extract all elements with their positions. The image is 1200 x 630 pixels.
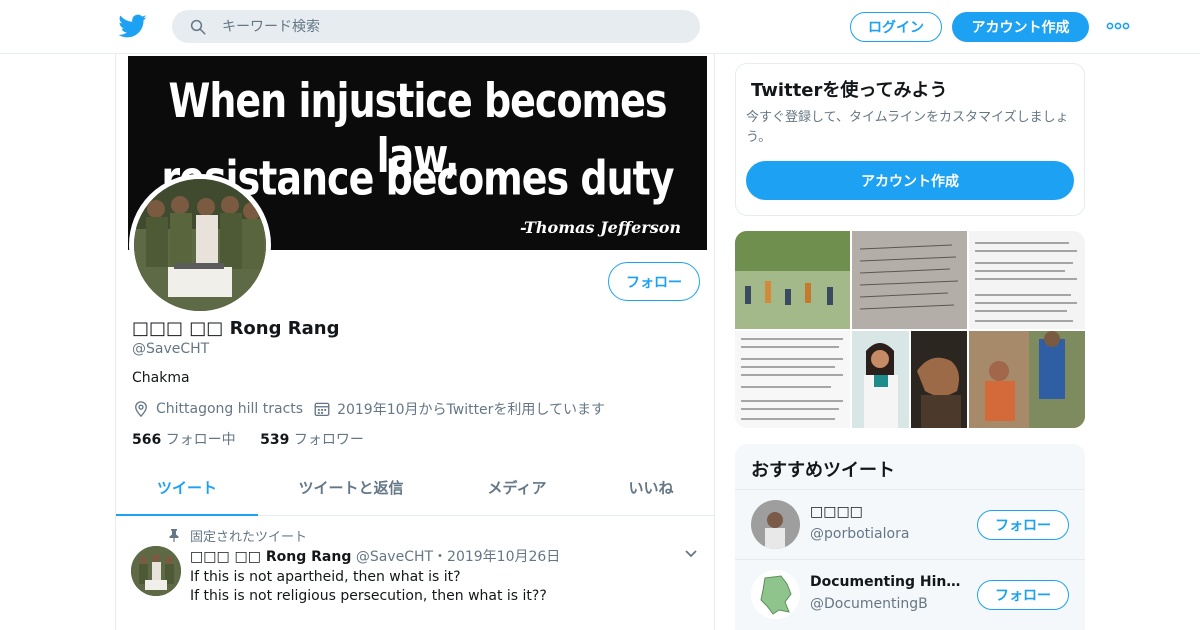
media-thumb-2[interactable] — [852, 231, 967, 329]
tab-likes[interactable]: いいね — [586, 464, 714, 516]
profile-name: □□□ □□ Rong Rang — [132, 318, 340, 339]
media-photo-6 — [911, 331, 967, 428]
media-photo-3 — [969, 231, 1085, 329]
tweet-author-handle[interactable]: @SaveCHT — [356, 549, 433, 565]
search-icon — [190, 19, 206, 35]
search-box[interactable] — [172, 10, 700, 43]
pinned-tweet-label: 固定されたツイート — [190, 530, 308, 545]
recommended-avatar-photo — [751, 500, 800, 549]
tab-tweets[interactable]: ツイート — [116, 464, 258, 516]
tweet-header: □□□ □□ Rong Rang @SaveCHT・2019年10月26日 — [190, 546, 560, 566]
profile-joined-date: 2019年10月からTwitterを利用しています — [337, 402, 606, 418]
banner-attribution: -Thomas Jefferson — [520, 218, 681, 237]
recommended-tweets-panel: おすすめツイート □□□□ @porbotialora フォロー Documen… — [735, 444, 1085, 630]
signup-button[interactable]: アカウント作成 — [952, 12, 1089, 42]
recommended-name[interactable]: □□□□ — [810, 504, 970, 520]
media-photo-4 — [735, 331, 850, 428]
following-label[interactable]: フォロー中 — [166, 432, 236, 448]
media-thumb-5[interactable] — [852, 331, 909, 428]
recommended-follow-button[interactable]: フォロー — [977, 510, 1069, 540]
profile-column: When injustice becomes law, resistance b… — [115, 54, 715, 630]
media-thumb-1[interactable] — [735, 231, 850, 329]
recommended-follow-button[interactable]: フォロー — [977, 580, 1069, 610]
tab-tweets-and-replies[interactable]: ツイートと返信 — [276, 464, 426, 516]
tweet-author-avatar[interactable] — [131, 546, 181, 596]
followers-count[interactable]: 539 — [260, 432, 289, 448]
profile-meta: Chittagong hill tracts 2019年10月からTwitter… — [132, 399, 605, 421]
recommended-avatar[interactable] — [751, 570, 800, 619]
tweet-avatar-photo — [131, 546, 181, 596]
media-thumb-3[interactable] — [969, 231, 1085, 329]
recommended-name[interactable]: Documenting Hindup... — [810, 574, 970, 590]
bangladesh-map-icon — [751, 570, 800, 619]
recommended-handle[interactable]: @porbotialora — [810, 526, 909, 542]
media-photo-5 — [852, 331, 909, 428]
search-input[interactable] — [222, 10, 682, 43]
following-count[interactable]: 566 — [132, 432, 161, 448]
profile-location: Chittagong hill tracts — [156, 401, 304, 417]
pin-icon — [169, 529, 179, 542]
media-photo-7 — [969, 331, 1085, 428]
followers-label[interactable]: フォロワー — [294, 432, 364, 448]
tab-media[interactable]: メディア — [446, 464, 588, 516]
media-photo-1 — [735, 231, 850, 329]
profile-avatar[interactable] — [129, 174, 271, 316]
tweet-author-name[interactable]: □□□ □□ Rong Rang — [190, 549, 351, 565]
recommended-account[interactable]: Documenting Hindup... @DocumentingB フォロー — [735, 559, 1085, 629]
follow-counts: 566 フォロー中 539 フォロワー — [132, 429, 384, 449]
media-thumb-6[interactable] — [911, 331, 967, 428]
media-thumb-7[interactable] — [969, 331, 1085, 428]
recommended-title: おすすめツイート — [751, 460, 895, 481]
profile-handle[interactable]: @SaveCHT — [132, 341, 209, 357]
profile-tabs: ツイート ツイートと返信 メディア いいね — [116, 464, 714, 516]
more-dots-icon[interactable] — [1106, 18, 1130, 34]
recommended-account[interactable]: □□□□ @porbotialora フォロー — [735, 489, 1085, 559]
signup-card-description: 今すぐ登録して、タイムラインをカスタマイズしましょう。 — [746, 110, 1069, 145]
media-thumb-4[interactable] — [735, 331, 850, 428]
location-pin-icon — [135, 401, 147, 418]
tweet-text: If this is not apartheid, then what is i… — [190, 569, 547, 604]
avatar-photo — [134, 179, 266, 311]
signup-card-title: Twitterを使ってみよう — [751, 80, 948, 101]
recommended-avatar[interactable] — [751, 500, 800, 549]
media-gallery — [735, 231, 1085, 428]
signup-card-button[interactable]: アカウント作成 — [746, 161, 1074, 200]
calendar-icon — [314, 402, 330, 417]
twitter-bird-icon[interactable] — [119, 12, 147, 40]
media-photo-2 — [852, 231, 967, 329]
profile-bio: Chakma — [132, 370, 190, 386]
top-navigation-bar: ログイン アカウント作成 — [0, 0, 1200, 54]
login-button[interactable]: ログイン — [850, 12, 942, 42]
follow-button[interactable]: フォロー — [608, 262, 700, 301]
tweet-date[interactable]: ・2019年10月26日 — [433, 549, 560, 565]
recommended-handle[interactable]: @DocumentingB — [810, 596, 928, 612]
chevron-down-icon[interactable] — [684, 549, 698, 559]
signup-card: Twitterを使ってみよう 今すぐ登録して、タイムラインをカスタマイズしましょ… — [735, 63, 1085, 216]
